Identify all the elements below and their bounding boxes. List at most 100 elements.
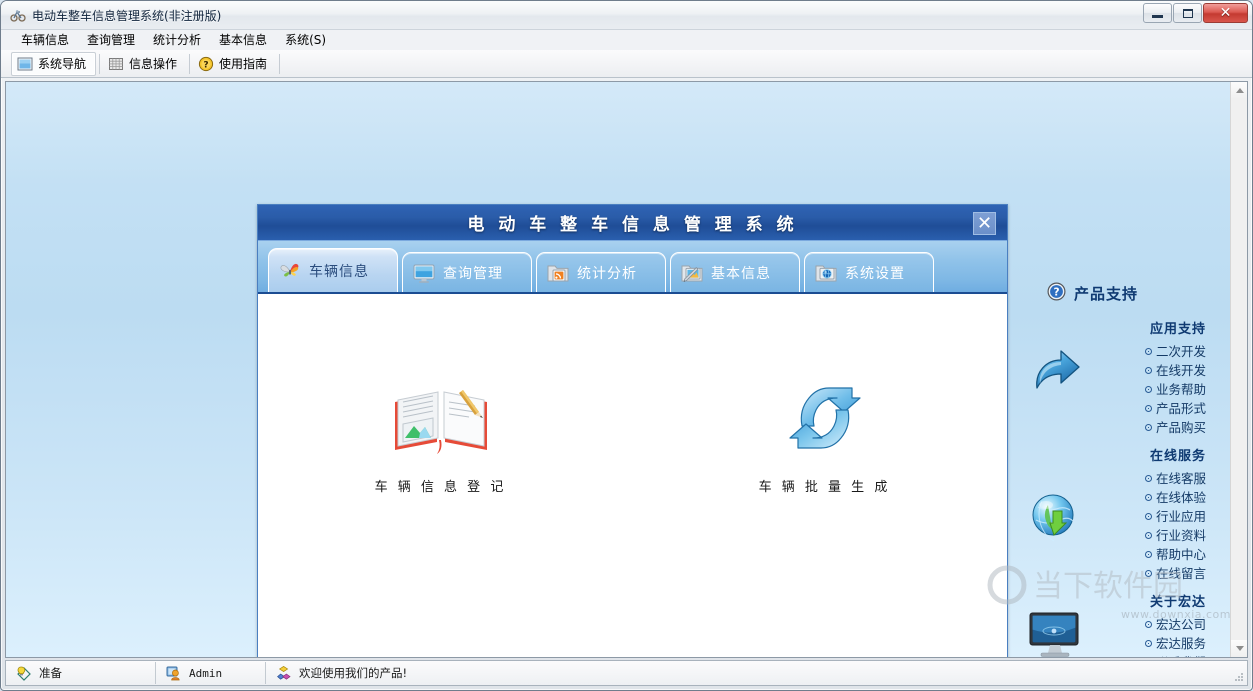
toolbar-button-info-operation[interactable]: 信息操作 [103,52,186,76]
bullet-icon [1144,424,1152,431]
tab-system-settings[interactable]: 系统设置 [804,252,934,292]
close-icon: ✕ [1219,5,1232,21]
maximize-icon [1182,8,1193,18]
support-link-label: 在线开发 [1155,363,1206,378]
tab-label-system-settings: 系统设置 [845,265,905,282]
open-book-icon [356,380,526,456]
support-link-label: 业务帮助 [1155,382,1206,397]
tab-label-query-management: 查询管理 [443,265,503,282]
support-link-online-development[interactable]: 在线开发 [1144,361,1206,380]
support-group-online-service: 在线服务 在线客服 在线体验 行业应用 行业资料 帮助中心 在线留言 [1032,445,1214,583]
navigation-close-button[interactable]: ✕ [973,212,996,235]
support-link-label: 在线体验 [1155,490,1206,505]
question-icon: ? [198,56,214,72]
support-link-help-center[interactable]: 帮助中心 [1144,545,1206,564]
tool-bar: 系统导航 信息操作 ? 使用指南 [1,50,1252,78]
support-link-hongda-service[interactable]: 宏达服务 [1144,634,1206,653]
minimize-button[interactable] [1143,3,1172,23]
status-cell-user: Admin [156,662,266,684]
shortcut-label-vehicle-info-registration: 车 辆 信 息 登 记 [374,480,507,495]
bullet-icon [1144,532,1152,539]
support-link-online-message[interactable]: 在线留言 [1144,564,1206,583]
maximize-button[interactable] [1173,3,1202,23]
status-label-welcome: 欢迎使用我们的产品! [299,666,408,680]
menu-item-statistics[interactable]: 统计分析 [144,30,210,50]
title-bar: 电动车整车信息管理系统(非注册版) ✕ [1,1,1252,30]
status-ready-icon [16,665,32,681]
tab-vehicle-info[interactable]: 车辆信息 [268,248,398,292]
status-bar: 准备 Admin 欢迎使用我们的产品! [5,660,1248,686]
status-cell-welcome: 欢迎使用我们的产品! [266,662,417,684]
support-group-title-about: 关于宏达 [1149,595,1206,610]
toolbar-label-user-guide: 使用指南 [219,57,268,71]
menu-item-vehicle-info[interactable]: 车辆信息 [12,30,78,50]
tab-label-basic-info: 基本信息 [711,265,771,282]
close-button[interactable]: ✕ [1203,3,1248,23]
support-link-industry-application[interactable]: 行业应用 [1144,507,1206,526]
status-label-user: Admin [189,666,223,680]
scroll-up-button[interactable] [1231,82,1247,99]
question-circle-icon: ? [1047,282,1066,304]
tab-basic-info[interactable]: 基本信息 [670,252,800,292]
support-link-label: 宏达公司 [1155,617,1206,632]
monitor-icon [412,261,436,285]
client-area: 电 动 车 整 车 信 息 管 理 系 统 ✕ 车辆信息 查询管理 统计分析 基… [5,81,1248,658]
menu-item-system[interactable]: 系统(S) [276,30,335,50]
tab-label-statistics: 统计分析 [577,265,637,282]
menu-item-basic-info[interactable]: 基本信息 [210,30,276,50]
blocks-icon [276,665,292,681]
menu-item-query-management[interactable]: 查询管理 [78,30,144,50]
support-link-label: 行业应用 [1155,509,1206,524]
support-link-contact-us[interactable]: 联系我们 [1145,653,1206,657]
support-link-online-customer-service[interactable]: 在线客服 [1144,469,1206,488]
navigation-title: 电 动 车 整 车 信 息 管 理 系 统 [467,215,798,235]
bullet-icon [1144,640,1152,647]
support-link-label: 二次开发 [1155,344,1206,359]
support-link-label: 产品形式 [1155,401,1206,416]
support-link-secondary-development[interactable]: 二次开发 [1144,342,1206,361]
support-link-industry-materials[interactable]: 行业资料 [1144,526,1206,545]
resize-grip[interactable] [1232,667,1244,681]
bullet-icon [1144,494,1152,501]
status-label-ready: 准备 [39,666,62,680]
bullet-icon [1144,551,1152,558]
shortcut-list: 车 辆 信 息 登 记 车 辆 批 量 生 成 [258,380,1007,495]
svg-text:?: ? [1053,287,1059,299]
bullet-icon [1144,475,1152,482]
user-icon [166,665,182,681]
tab-query-management[interactable]: 查询管理 [402,252,532,292]
menu-bar: 车辆信息 查询管理 统计分析 基本信息 系统(S) [1,30,1252,50]
navigation-title-bar: 电 动 车 整 车 信 息 管 理 系 统 ✕ [258,205,1007,241]
support-link-label: 行业资料 [1155,528,1206,543]
support-link-product-form[interactable]: 产品形式 [1144,399,1206,418]
status-cell-ready: 准备 [6,662,156,684]
shortcut-vehicle-batch-generate[interactable]: 车 辆 批 量 生 成 [740,380,910,495]
butterfly-icon [278,259,302,283]
application-window: 电动车整车信息管理系统(非注册版) ✕ 车辆信息 查询管理 统计分析 基本信息 … [0,0,1253,691]
navigation-icon [17,56,33,72]
bike-icon [10,7,26,23]
bullet-icon [1144,621,1152,628]
chevron-down-icon [1235,646,1244,651]
tab-statistics[interactable]: 统计分析 [536,252,666,292]
bullet-icon [1144,348,1152,355]
toolbar-button-system-navigation[interactable]: 系统导航 [11,51,97,76]
support-link-business-help[interactable]: 业务帮助 [1144,380,1206,399]
support-header: ? 产品支持 [1038,282,1214,304]
vertical-scrollbar[interactable] [1230,82,1247,657]
support-link-online-experience[interactable]: 在线体验 [1144,488,1206,507]
grid-icon [108,56,124,72]
globe-folder-icon [814,261,838,285]
support-link-label: 产品购买 [1155,420,1206,435]
toolbar-label-info-operation: 信息操作 [129,57,178,71]
refresh-arrows-icon [740,380,910,456]
support-link-product-purchase[interactable]: 产品购买 [1144,418,1206,437]
shortcut-vehicle-info-registration[interactable]: 车 辆 信 息 登 记 [356,380,526,495]
scroll-down-button[interactable] [1231,640,1247,657]
toolbar-button-user-guide[interactable]: ? 使用指南 [193,52,276,76]
bullet-icon [1144,570,1152,577]
support-link-hongda-company[interactable]: 宏达公司 [1144,615,1206,634]
navigation-window: 电 动 车 整 车 信 息 管 理 系 统 ✕ 车辆信息 查询管理 统计分析 基… [257,204,1008,657]
toolbar-separator-1 [99,53,101,74]
support-link-label: 宏达服务 [1155,636,1206,651]
